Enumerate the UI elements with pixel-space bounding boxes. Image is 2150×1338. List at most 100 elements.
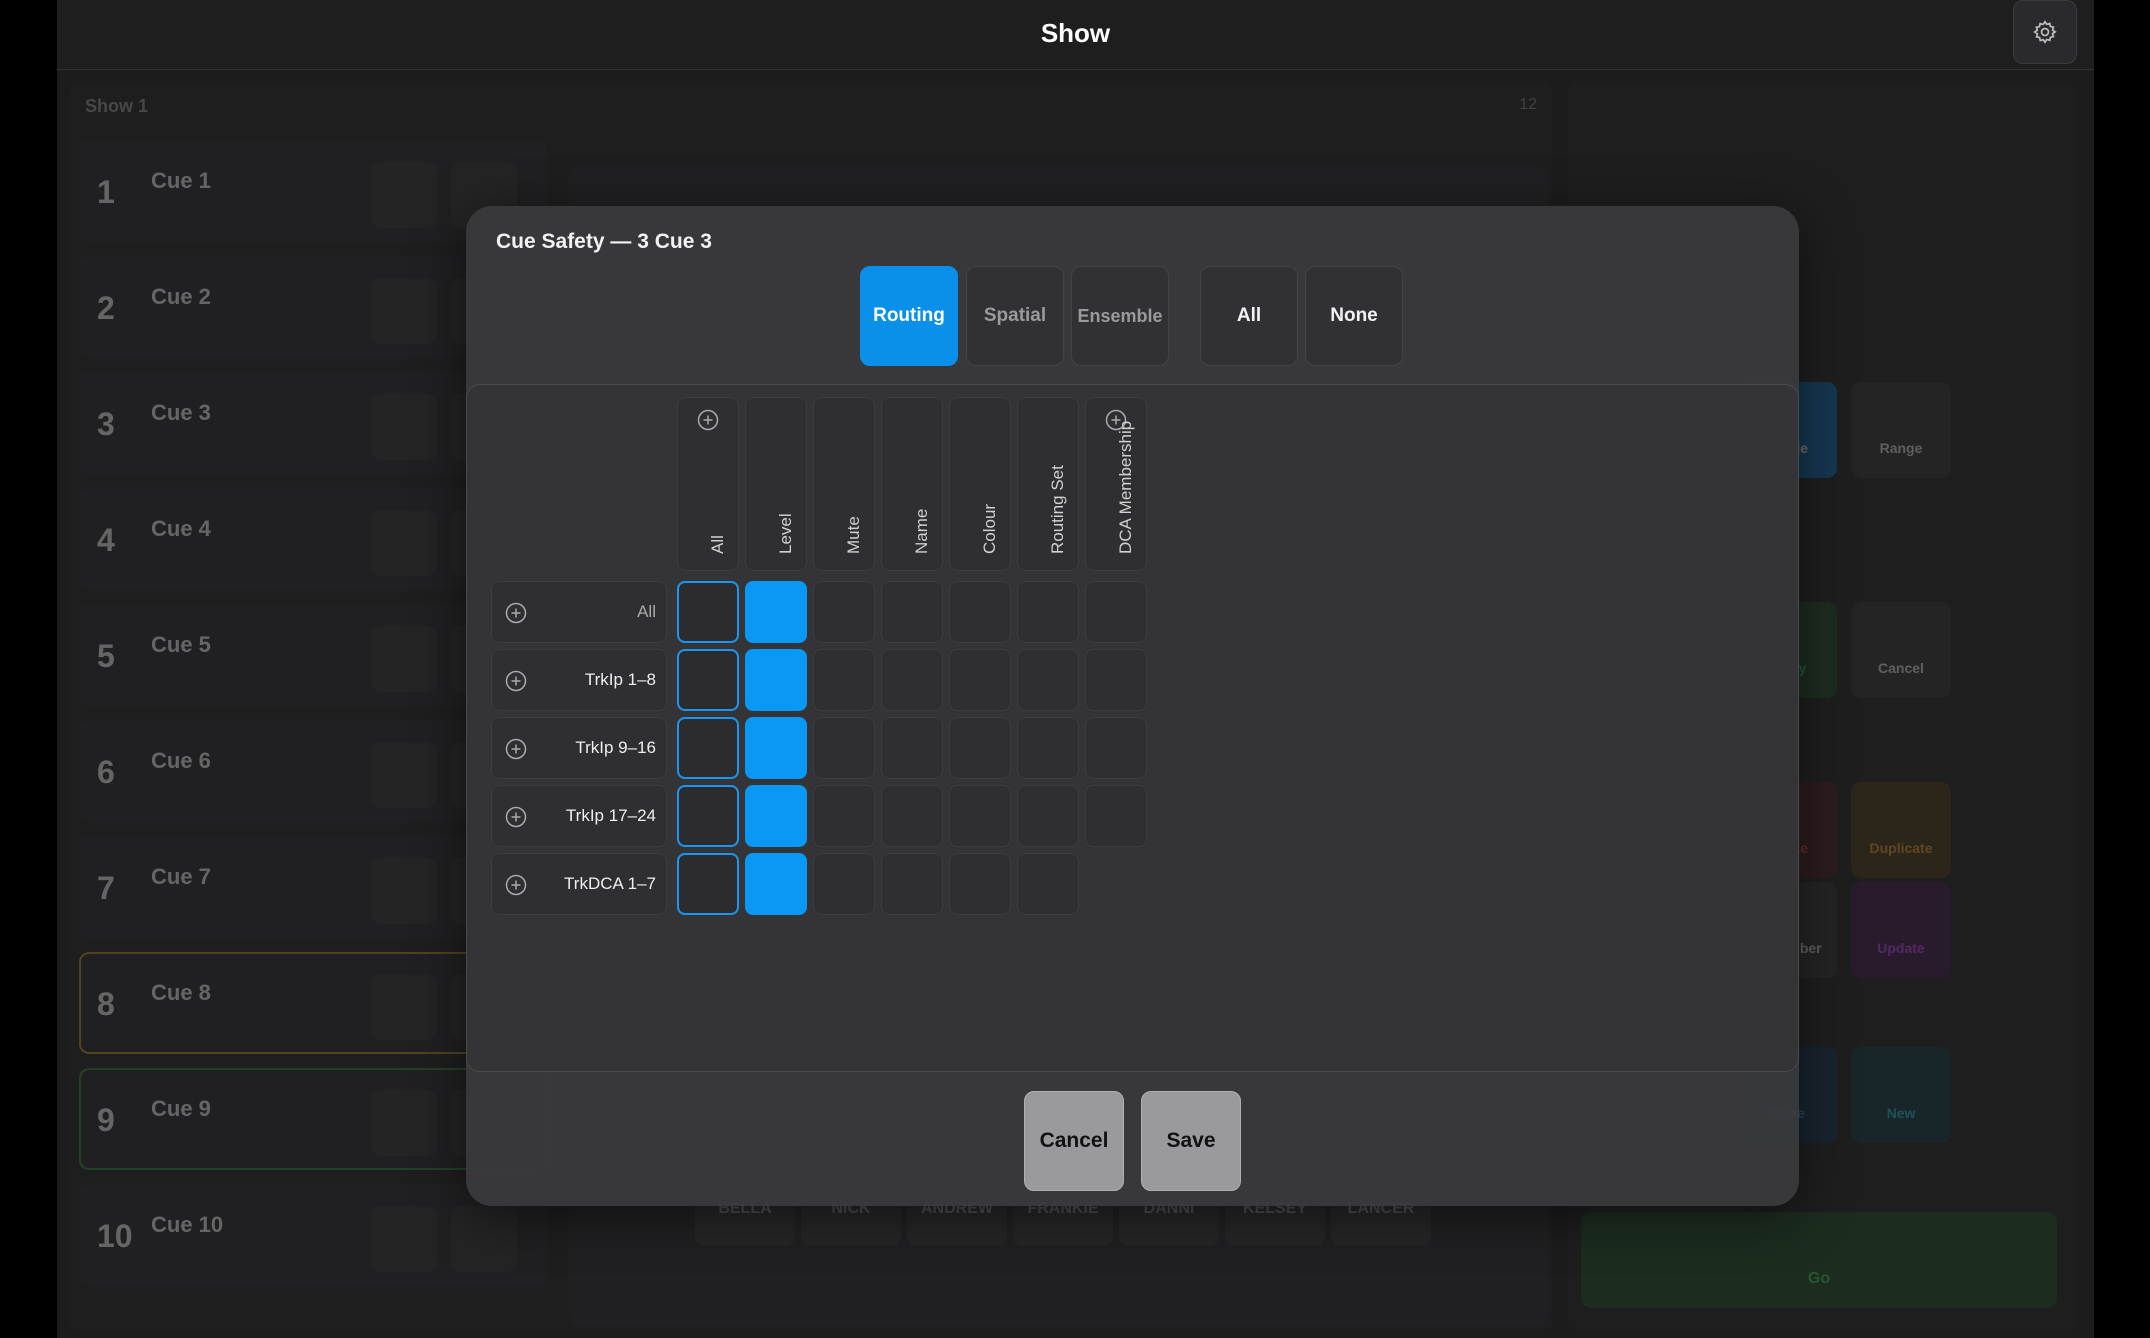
cue-display-button[interactable] xyxy=(371,1206,437,1272)
matrix-cell[interactable] xyxy=(881,717,943,779)
row-header[interactable]: TrkIp 9–16 xyxy=(491,717,667,779)
range-button[interactable]: Range xyxy=(1851,382,1951,478)
column-header[interactable]: DCA Membership xyxy=(1085,397,1147,571)
column-header[interactable]: Colour xyxy=(949,397,1011,571)
matrix-cell[interactable] xyxy=(745,581,807,643)
cue-name: Cue 8 xyxy=(151,980,211,1005)
matrix-cell[interactable] xyxy=(677,649,739,711)
add-row-button[interactable] xyxy=(504,737,528,766)
matrix-cell[interactable] xyxy=(881,581,943,643)
matrix-cell[interactable] xyxy=(881,853,943,915)
row-header[interactable]: TrkIp 17–24 xyxy=(491,785,667,847)
cue-display-button[interactable] xyxy=(371,974,437,1040)
cue-display-button[interactable] xyxy=(371,510,437,576)
column-label: Routing Set xyxy=(1048,465,1067,555)
cue-display-button[interactable] xyxy=(371,278,437,344)
cue-name: Cue 3 xyxy=(151,400,211,425)
row-header[interactable]: TrkDCA 1–7 xyxy=(491,853,667,915)
matrix-cell[interactable] xyxy=(745,649,807,711)
cue-name: Cue 2 xyxy=(151,284,211,309)
add-column-button[interactable] xyxy=(696,408,720,437)
matrix-cell[interactable] xyxy=(949,717,1011,779)
matrix-cell[interactable] xyxy=(1017,649,1079,711)
matrix-cell[interactable] xyxy=(881,649,943,711)
cue-number: 9 xyxy=(97,1102,115,1138)
panel-count: 12 xyxy=(1519,96,1537,113)
tab-spatial[interactable]: Spatial xyxy=(966,266,1064,366)
update-button[interactable]: Update xyxy=(1851,882,1951,978)
plus-circle-icon xyxy=(505,670,527,692)
cancel-side-button[interactable]: Cancel xyxy=(1851,602,1951,698)
cue-display-button[interactable] xyxy=(371,1090,437,1156)
matrix-cell[interactable] xyxy=(677,785,739,847)
cue-name: Cue 6 xyxy=(151,748,211,773)
matrix-cell[interactable] xyxy=(677,581,739,643)
matrix-cell[interactable] xyxy=(1085,649,1147,711)
matrix-cell[interactable] xyxy=(949,785,1011,847)
matrix-cell[interactable] xyxy=(1085,785,1147,847)
settings-button[interactable] xyxy=(2013,0,2077,64)
matrix-cell[interactable] xyxy=(949,649,1011,711)
go-button[interactable]: Go xyxy=(1581,1212,2057,1308)
row-header[interactable]: All xyxy=(491,581,667,643)
new-button[interactable]: New xyxy=(1851,1047,1951,1143)
cue-display-button[interactable] xyxy=(371,394,437,460)
cue-info-button[interactable] xyxy=(451,1206,517,1272)
cue-number: 2 xyxy=(97,290,115,326)
cue-number: 4 xyxy=(97,522,115,558)
cue-name: Cue 10 xyxy=(151,1212,224,1237)
cue-number: 1 xyxy=(97,174,115,210)
column-header[interactable]: All xyxy=(677,397,739,571)
matrix-cell[interactable] xyxy=(949,581,1011,643)
row-header[interactable]: TrkIp 1–8 xyxy=(491,649,667,711)
cue-name: Cue 5 xyxy=(151,632,211,657)
matrix-cell[interactable] xyxy=(881,785,943,847)
row-label: TrkIp 1–8 xyxy=(584,670,656,689)
matrix-cell[interactable] xyxy=(813,581,875,643)
cue-display-button[interactable] xyxy=(371,626,437,692)
matrix-cell[interactable] xyxy=(1017,853,1079,915)
matrix-cell[interactable] xyxy=(745,785,807,847)
cue-name: Cue 1 xyxy=(151,168,211,193)
cue-safety-dialog: Cue Safety — 3 Cue 3 Routing Spatial Ens… xyxy=(466,206,1799,1206)
matrix-cell[interactable] xyxy=(677,717,739,779)
cue-name: Cue 9 xyxy=(151,1096,211,1121)
add-row-button[interactable] xyxy=(504,669,528,698)
row-label: TrkIp 9–16 xyxy=(575,738,656,757)
add-row-button[interactable] xyxy=(504,873,528,902)
save-button[interactable]: Save xyxy=(1141,1091,1241,1191)
matrix-cell[interactable] xyxy=(745,853,807,915)
matrix-cell[interactable] xyxy=(813,785,875,847)
column-label: Level xyxy=(776,513,795,555)
column-header[interactable]: Level xyxy=(745,397,807,571)
tab-ensemble[interactable]: Ensemble xyxy=(1071,266,1169,366)
add-row-button[interactable] xyxy=(504,601,528,630)
matrix-cell[interactable] xyxy=(949,853,1011,915)
duplicate-button[interactable]: Duplicate xyxy=(1851,782,1951,878)
matrix-cell[interactable] xyxy=(813,853,875,915)
column-label: DCA Membership xyxy=(1116,420,1135,555)
matrix-cell[interactable] xyxy=(677,853,739,915)
select-all-button[interactable]: All xyxy=(1200,266,1298,366)
cancel-button[interactable]: Cancel xyxy=(1024,1091,1124,1191)
matrix-cell[interactable] xyxy=(1017,717,1079,779)
matrix-cell[interactable] xyxy=(1017,581,1079,643)
plus-circle-icon xyxy=(505,874,527,896)
matrix-cell[interactable] xyxy=(1085,717,1147,779)
matrix-cell[interactable] xyxy=(1017,785,1079,847)
matrix-cell[interactable] xyxy=(745,717,807,779)
tab-routing[interactable]: Routing xyxy=(860,266,958,366)
select-none-button[interactable]: None xyxy=(1305,266,1403,366)
column-header[interactable]: Name xyxy=(881,397,943,571)
matrix-cell[interactable] xyxy=(1085,581,1147,643)
cue-display-button[interactable] xyxy=(371,742,437,808)
add-row-button[interactable] xyxy=(504,805,528,834)
cue-display-button[interactable] xyxy=(371,162,437,228)
column-header[interactable]: Mute xyxy=(813,397,875,571)
plus-circle-icon xyxy=(697,409,719,431)
cue-display-button[interactable] xyxy=(371,858,437,924)
go-label: Go xyxy=(1807,1270,1831,1287)
column-header[interactable]: Routing Set xyxy=(1017,397,1079,571)
matrix-cell[interactable] xyxy=(813,717,875,779)
matrix-cell[interactable] xyxy=(813,649,875,711)
